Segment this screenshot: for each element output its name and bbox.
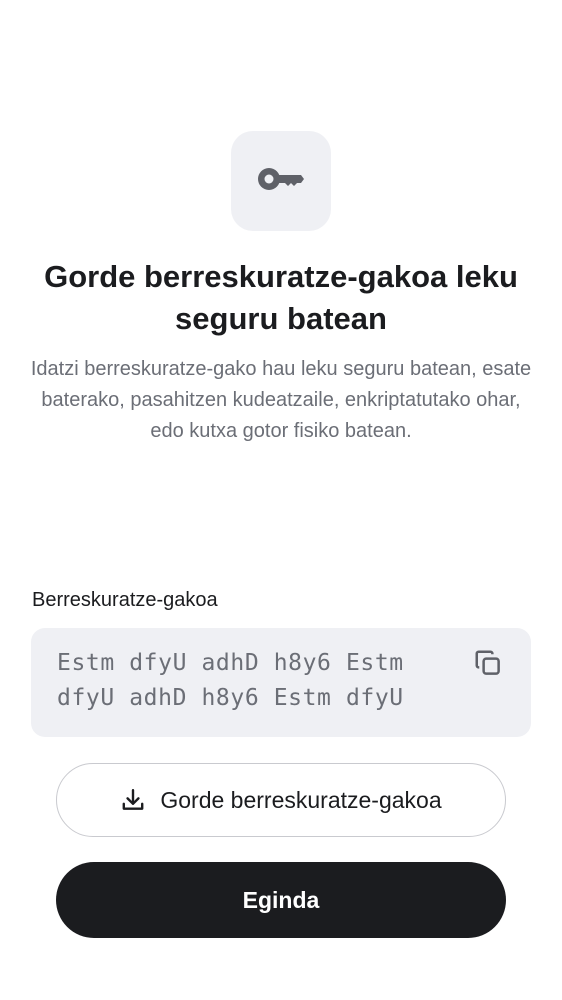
done-button[interactable]: Eginda: [56, 862, 506, 938]
recovery-key-label: Berreskuratze-gakoa: [32, 589, 218, 611]
page-description: Idatzi berreskuratze-gako hau leku segur…: [30, 358, 532, 442]
save-recovery-key-button[interactable]: Gorde berreskuratze-gakoa: [56, 763, 506, 837]
save-button-label: Gorde berreskuratze-gakoa: [160, 786, 442, 813]
download-icon: [120, 787, 146, 813]
done-button-label: Eginda: [242, 886, 320, 913]
key-icon: [257, 165, 305, 198]
key-icon-tile: [231, 131, 331, 231]
recovery-key-field: Estm dfyU adhD h8y6 Estm dfyU adhD h8y6 …: [31, 628, 531, 737]
copy-button[interactable]: [471, 648, 505, 682]
recovery-key-value: Estm dfyU adhD h8y6 Estm dfyU adhD h8y6 …: [57, 650, 404, 711]
page-title: Gorde berreskuratze-gakoa leku seguru ba…: [44, 259, 518, 336]
copy-icon: [473, 648, 503, 683]
